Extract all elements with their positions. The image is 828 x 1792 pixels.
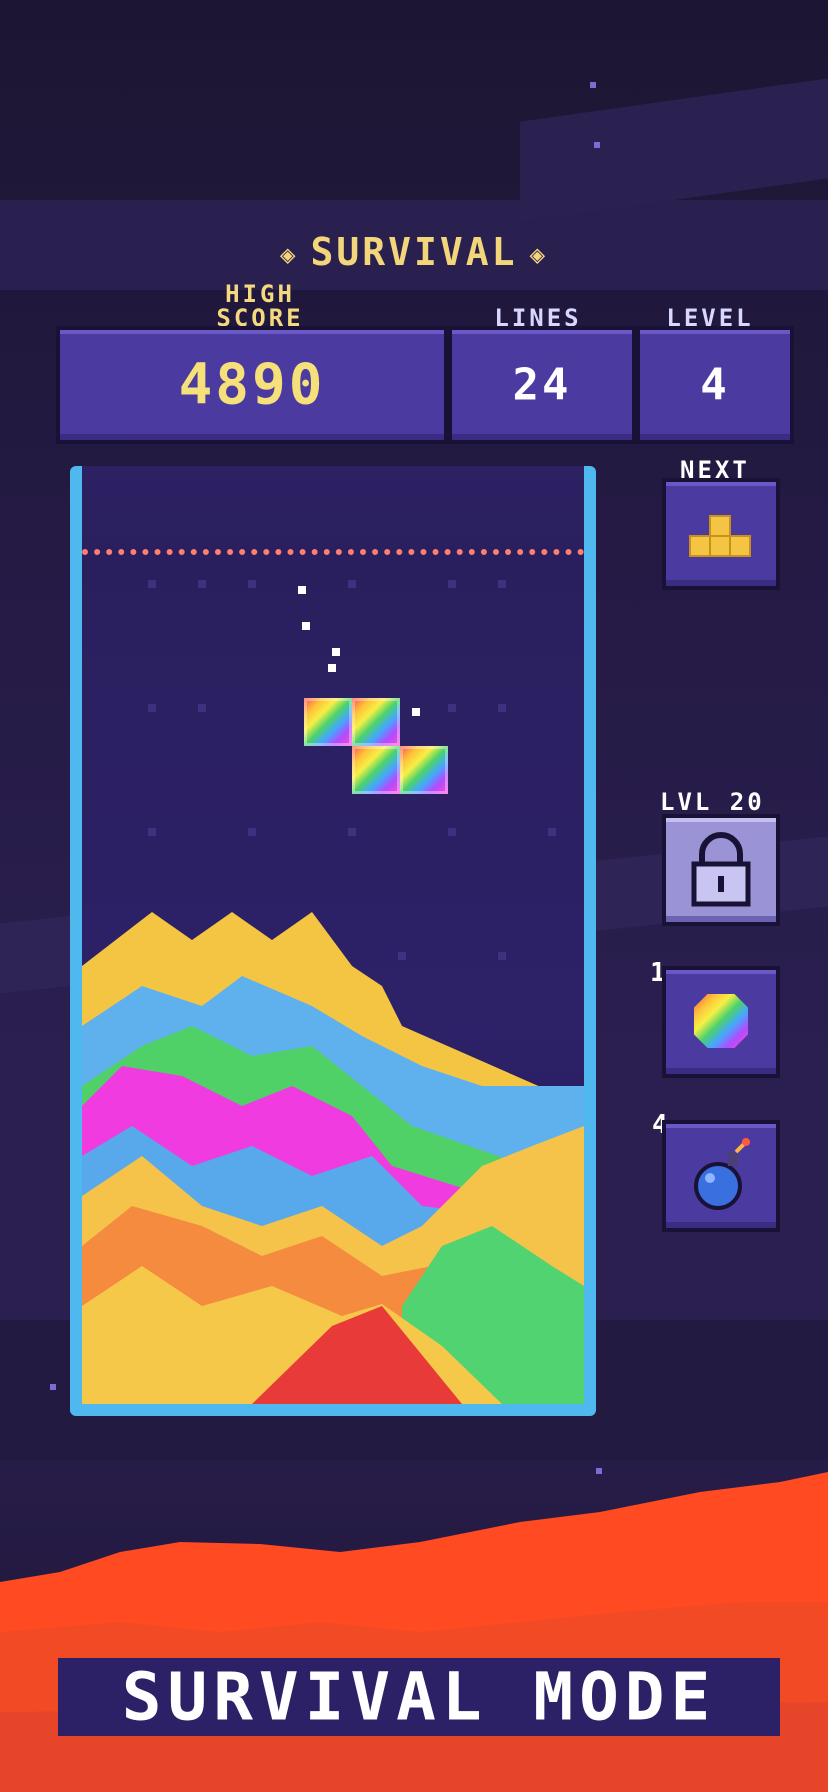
t-piece-icon xyxy=(689,515,751,557)
diamond-icon: ◈ xyxy=(529,239,549,270)
level-value: 4 xyxy=(700,359,730,411)
high-score-label: HIGH SCORE xyxy=(190,282,330,330)
next-piece-box xyxy=(662,478,780,590)
high-score-panel: 4890 xyxy=(56,326,448,444)
high-score-label-line1: HIGH xyxy=(225,280,295,308)
bomb-icon xyxy=(694,1138,750,1210)
star xyxy=(594,142,600,148)
lines-value: 24 xyxy=(512,359,572,411)
level-panel: 4 xyxy=(636,326,794,444)
game-board[interactable] xyxy=(82,466,584,1404)
red-ground xyxy=(0,1472,828,1792)
mode-banner: SURVIVAL MODE xyxy=(58,1658,780,1736)
locked-level-label: LVL 20 xyxy=(660,788,765,816)
rainbow-gem-icon xyxy=(694,994,748,1048)
locked-slot[interactable] xyxy=(662,814,780,926)
bomb-powerup-button[interactable] xyxy=(662,1120,780,1232)
lock-icon xyxy=(691,832,751,907)
star xyxy=(50,1384,56,1390)
diamond-icon: ◈ xyxy=(279,239,299,270)
mode-title-text: SURVIVAL xyxy=(310,230,518,274)
mode-banner-text: SURVIVAL MODE xyxy=(121,1658,717,1736)
star xyxy=(590,82,596,88)
high-score-value: 4890 xyxy=(178,352,326,418)
block-stack xyxy=(82,912,584,1404)
rainbow-powerup-button[interactable] xyxy=(662,966,780,1078)
mode-title: ◈ SURVIVAL ◈ xyxy=(0,230,828,274)
lines-panel: 24 xyxy=(448,326,636,444)
